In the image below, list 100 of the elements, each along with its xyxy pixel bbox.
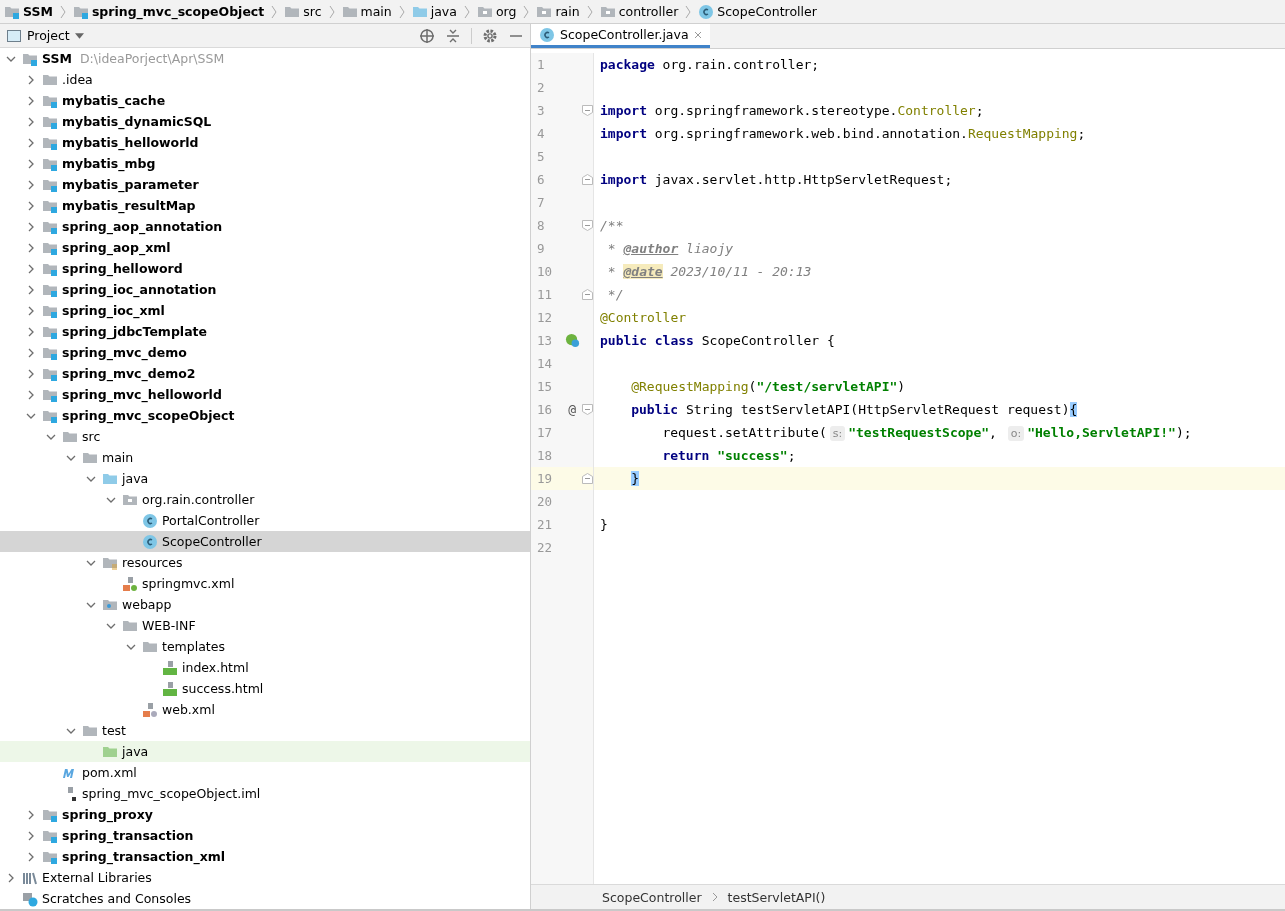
chevron-icon bbox=[523, 4, 530, 19]
html-file-icon bbox=[162, 680, 178, 697]
tree-item[interactable]: .idea bbox=[0, 69, 530, 90]
code-comment: liaojy bbox=[685, 241, 734, 256]
breadcrumb-item[interactable]: src bbox=[284, 3, 322, 20]
tree-item[interactable]: spring_transaction bbox=[0, 825, 530, 846]
tree-item[interactable]: Scratches and Consoles bbox=[0, 888, 530, 909]
tree-item[interactable]: spring_ioc_annotation bbox=[0, 279, 530, 300]
gutter-marker[interactable]: @ bbox=[568, 402, 577, 417]
line-number: 12 bbox=[536, 310, 554, 325]
tree-item[interactable]: web.xml bbox=[0, 699, 530, 720]
tree-item[interactable]: spring_transaction_xml bbox=[0, 846, 530, 867]
tree-item[interactable]: spring_helloword bbox=[0, 258, 530, 279]
tree-item[interactable]: pom.xml bbox=[0, 762, 530, 783]
code-keyword: return bbox=[662, 448, 710, 463]
editor-tab[interactable]: ScopeController.java bbox=[531, 24, 710, 48]
tree-item[interactable]: mybatis_resultMap bbox=[0, 195, 530, 216]
settings-icon[interactable] bbox=[482, 27, 498, 44]
class-icon bbox=[142, 533, 158, 550]
tree-item[interactable]: springmvc.xml bbox=[0, 573, 530, 594]
tree-item[interactable]: spring_mvc_demo2 bbox=[0, 363, 530, 384]
tree-item[interactable]: spring_mvc_scopeObject.iml bbox=[0, 783, 530, 804]
tree-item[interactable]: mybatis_parameter bbox=[0, 174, 530, 195]
tree-item[interactable]: SSM D:\ideaPorject\Apr\SSM bbox=[0, 48, 530, 69]
code-comment: * bbox=[606, 241, 617, 256]
tree-item[interactable]: mybatis_mbg bbox=[0, 153, 530, 174]
project-view-dropdown[interactable]: Project bbox=[6, 27, 84, 44]
xml-file-icon bbox=[142, 701, 158, 718]
breadcrumb-item[interactable]: ScopeController bbox=[602, 889, 702, 905]
tree-item[interactable]: PortalController bbox=[0, 510, 530, 531]
tree-item[interactable]: java bbox=[0, 468, 530, 489]
tree-item[interactable]: spring_aop_xml bbox=[0, 237, 530, 258]
tree-item[interactable]: WEB-INF bbox=[0, 615, 530, 636]
breadcrumb-item[interactable]: ScopeController bbox=[698, 3, 817, 20]
tree-item[interactable]: java bbox=[0, 741, 530, 762]
breadcrumb-item[interactable]: testServletAPI() bbox=[727, 889, 826, 905]
chevron-icon bbox=[685, 4, 692, 19]
scratch-icon bbox=[22, 890, 38, 907]
tree-item[interactable]: mybatis_cache bbox=[0, 90, 530, 111]
tree-item[interactable]: spring_proxy bbox=[0, 804, 530, 825]
class-icon bbox=[539, 26, 555, 43]
tree-item[interactable]: mybatis_helloworld bbox=[0, 132, 530, 153]
breadcrumb-item[interactable]: spring_mvc_scopeObject bbox=[72, 3, 265, 20]
tree-item[interactable]: success.html bbox=[0, 678, 530, 699]
line-number: 16 bbox=[536, 402, 554, 417]
code-keyword: public bbox=[631, 402, 679, 417]
close-icon[interactable] bbox=[693, 30, 702, 39]
code-text: , bbox=[989, 425, 998, 440]
fold-marker-icon[interactable] bbox=[582, 289, 593, 300]
bean-icon[interactable] bbox=[564, 333, 580, 348]
line-number: 7 bbox=[536, 195, 546, 210]
fold-marker-icon[interactable] bbox=[582, 105, 593, 116]
line-number: 8 bbox=[536, 218, 546, 233]
tree-item[interactable]: ScopeController bbox=[0, 531, 530, 552]
locate-icon[interactable] bbox=[419, 27, 435, 44]
tree-item[interactable]: templates bbox=[0, 636, 530, 657]
line-number: 6 bbox=[536, 172, 546, 187]
code-keyword: public class bbox=[600, 333, 694, 348]
tree-item[interactable]: mybatis_dynamicSQL bbox=[0, 111, 530, 132]
code-text: request.setAttribute( bbox=[662, 425, 827, 440]
code-brace: { bbox=[1069, 402, 1078, 417]
collapse-all-icon[interactable] bbox=[445, 27, 461, 44]
code-comment: /** bbox=[600, 218, 624, 233]
tree-item[interactable]: index.html bbox=[0, 657, 530, 678]
tree-item[interactable]: spring_mvc_scopeObject bbox=[0, 405, 530, 426]
breadcrumb-item[interactable]: java bbox=[411, 3, 457, 20]
line-number: 3 bbox=[536, 103, 546, 118]
code-annotation: @Controller bbox=[600, 310, 687, 325]
chevron-icon bbox=[398, 4, 405, 19]
breadcrumb-item[interactable]: SSM bbox=[4, 3, 53, 20]
tree-item[interactable]: src bbox=[0, 426, 530, 447]
code-text: javax.servlet.http.HttpServletRequest; bbox=[653, 172, 953, 187]
chevron-icon bbox=[59, 4, 66, 19]
line-number: 21 bbox=[536, 517, 554, 532]
tree-item[interactable]: test bbox=[0, 720, 530, 741]
fold-marker-icon[interactable] bbox=[582, 404, 593, 415]
line-number: 19 bbox=[536, 471, 554, 486]
breadcrumb-item[interactable]: rain bbox=[536, 3, 580, 20]
class-icon bbox=[142, 512, 158, 529]
tree-item[interactable]: spring_mvc_demo bbox=[0, 342, 530, 363]
tree-item[interactable]: External Libraries bbox=[0, 867, 530, 888]
tree-item[interactable]: main bbox=[0, 447, 530, 468]
tree-item[interactable]: webapp bbox=[0, 594, 530, 615]
fold-marker-icon[interactable] bbox=[582, 174, 593, 185]
code-class-name: Controller bbox=[897, 103, 976, 118]
code-string: "testRequestScope" bbox=[848, 425, 990, 440]
breadcrumb-item[interactable]: org bbox=[476, 3, 517, 20]
code-class-name: RequestMapping bbox=[967, 126, 1078, 141]
tree-item[interactable]: spring_mvc_helloworld bbox=[0, 384, 530, 405]
breadcrumb-item[interactable]: main bbox=[341, 3, 392, 20]
tree-item[interactable]: spring_jdbcTemplate bbox=[0, 321, 530, 342]
fold-marker-icon[interactable] bbox=[582, 473, 593, 484]
tree-item[interactable]: org.rain.controller bbox=[0, 489, 530, 510]
code-text: ScopeController { bbox=[700, 333, 835, 348]
chevron-icon bbox=[711, 892, 718, 902]
tree-item[interactable]: resources bbox=[0, 552, 530, 573]
tree-item[interactable]: spring_ioc_xml bbox=[0, 300, 530, 321]
tree-item[interactable]: spring_aop_annotation bbox=[0, 216, 530, 237]
breadcrumb-item[interactable]: controller bbox=[599, 3, 679, 20]
fold-marker-icon[interactable] bbox=[582, 220, 593, 231]
